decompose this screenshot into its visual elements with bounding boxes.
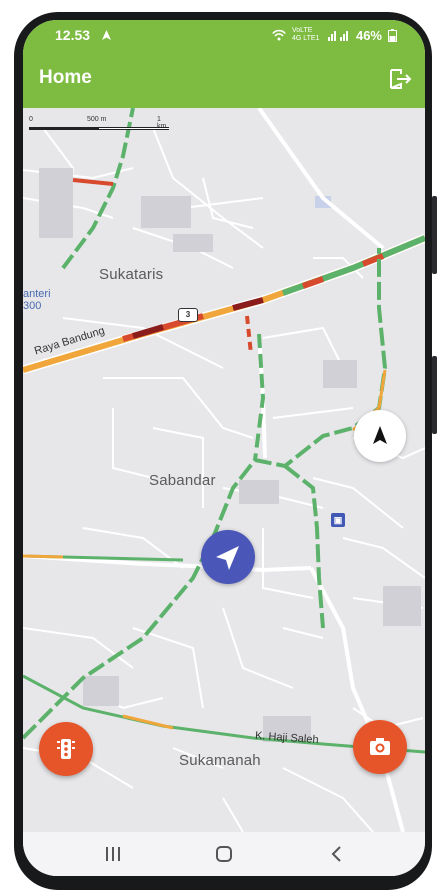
place-label-partial: anteri 300: [23, 288, 51, 312]
navigation-arrow-icon: [373, 426, 387, 444]
power-button: [432, 356, 437, 434]
traffic-heavy: [245, 315, 253, 355]
logout-icon[interactable]: [387, 66, 413, 92]
traffic-light-icon: [57, 739, 75, 759]
traffic-moderate: [122, 714, 174, 730]
navigation-status-icon: [102, 30, 111, 40]
network-label: VoLTE 4G LTE1: [291, 27, 320, 42]
battery-percent: 46%: [355, 27, 382, 43]
traffic-severe: [232, 297, 264, 311]
volume-button: [432, 196, 437, 274]
place-label: Sukataris: [99, 266, 164, 283]
app-bar: Home: [23, 50, 425, 108]
map-scale: 0 500 m 1 km: [29, 116, 169, 134]
camera-button[interactable]: [353, 720, 407, 774]
status-bar: 12.53 VoLTE 4G LTE1 46%: [23, 20, 425, 50]
location-arrow-icon: [216, 546, 239, 570]
traffic-free: [283, 464, 325, 629]
traffic-button[interactable]: [39, 722, 93, 776]
battery-icon: [388, 28, 397, 42]
route-shield: 3: [178, 308, 198, 322]
scale-label: 500 m: [87, 116, 107, 123]
scale-label: 0: [29, 116, 33, 123]
status-time: 12.53: [55, 27, 91, 43]
camera-icon: [370, 738, 390, 755]
bus-stop-icon[interactable]: ▣: [331, 513, 345, 527]
home-icon[interactable]: [215, 844, 233, 864]
compass-button[interactable]: [354, 410, 406, 462]
wifi-icon: [272, 29, 286, 41]
scale-bar-inner: [99, 128, 169, 129]
status-right: VoLTE 4G LTE1 46%: [272, 27, 397, 43]
traffic-moderate: [23, 235, 425, 373]
page-title: Home: [39, 67, 92, 88]
traffic-heavy: [72, 178, 114, 186]
place-label: Sabandar: [149, 472, 216, 489]
traffic-moderate: [23, 554, 64, 559]
system-nav-bar: [23, 832, 425, 876]
user-location-marker: [201, 530, 255, 584]
recent-apps-icon[interactable]: [105, 844, 121, 864]
screen: 12.53 VoLTE 4G LTE1 46% Home 0 500 m 1 S…: [23, 20, 425, 876]
back-icon[interactable]: [329, 844, 343, 864]
place-label: Sukamanah: [179, 752, 261, 769]
signal-icon: [327, 31, 348, 41]
